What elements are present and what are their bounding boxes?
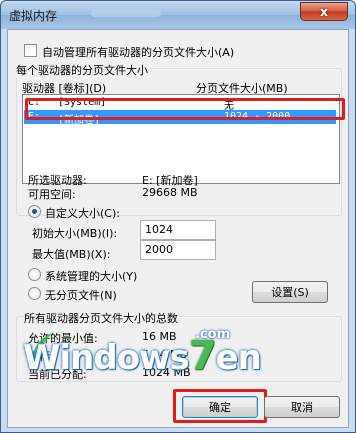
auto-manage-label[interactable]: 自动管理所有驱动器的分页文件大小(A) <box>42 44 234 60</box>
set-button[interactable]: 设置(S) <box>252 281 328 303</box>
ok-button-highlight <box>173 389 267 423</box>
custom-size-label[interactable]: 自定义大小(C): <box>45 205 120 221</box>
cancel-button[interactable]: 取消 <box>264 396 340 418</box>
title-bar-blur <box>91 9 161 17</box>
initial-size-input[interactable]: 1024 <box>140 220 216 240</box>
max-size-label: 最大值(MB)(X): <box>32 248 111 261</box>
free-space-label: 可用空间: <box>28 188 76 201</box>
auto-manage-checkbox[interactable] <box>24 44 37 57</box>
no-paging-label[interactable]: 无分页文件(N) <box>45 287 117 303</box>
window-title: 虚拟内存 <box>9 9 58 23</box>
watermark-com: .com <box>195 327 231 342</box>
custom-size-radio[interactable] <box>28 205 41 218</box>
free-space-value: 29668 MB <box>142 186 198 199</box>
virtual-memory-dialog: 虚拟内存 x 自动管理所有驱动器的分页文件大小(A) 每个驱动器的分页文件大小 … <box>0 0 356 433</box>
max-size-input[interactable]: 2000 <box>140 240 216 260</box>
watermark-en: en <box>215 338 262 378</box>
system-managed-label[interactable]: 系统管理的大小(Y) <box>45 268 137 284</box>
per-drive-group-title: 每个驱动器的分页文件大小 <box>16 62 150 78</box>
windows7en-watermark: Windows7en .com <box>23 327 262 379</box>
no-paging-radio[interactable] <box>28 287 41 300</box>
initial-size-label: 初始大小(MB)(I): <box>32 227 118 240</box>
drive-row-highlight <box>25 98 345 120</box>
watermark-windows: Windows <box>23 338 190 378</box>
totals-group-title: 所有驱动器分页文件大小的总数 <box>24 310 180 326</box>
title-bar[interactable]: 虚拟内存 x <box>1 1 355 29</box>
system-managed-radio[interactable] <box>28 268 41 281</box>
close-button[interactable]: x <box>300 2 348 21</box>
